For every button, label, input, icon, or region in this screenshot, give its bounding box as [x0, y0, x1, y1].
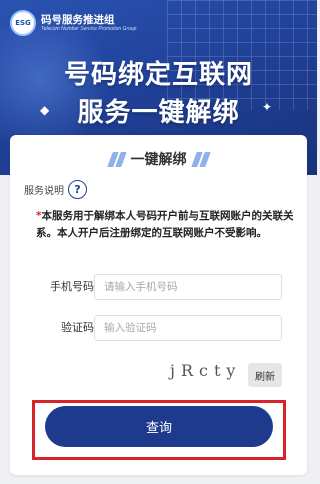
- captcha-image[interactable]: jRcty: [168, 358, 250, 384]
- question-icon[interactable]: ?: [68, 180, 87, 199]
- phone-label: 手机号码: [50, 280, 94, 293]
- code-row: 验证码: [10, 315, 307, 341]
- org-name: 码号服务推进组: [41, 13, 115, 26]
- sparkle-icon: ✦: [262, 100, 273, 114]
- code-label: 验证码: [61, 321, 94, 334]
- phone-input[interactable]: [94, 274, 282, 300]
- slash-decoration-icon: [190, 151, 211, 167]
- code-input[interactable]: [94, 315, 282, 341]
- help-label: 服务说明: [24, 186, 64, 197]
- notice-text: *本服务用于解绑本人号码开户前与互联网账户的关联关系。本人开户后注册绑定的互联网…: [36, 208, 294, 242]
- org-logo: ESG 码号服务推进组 Telecom Number Service Promo…: [10, 10, 136, 36]
- org-subtitle: Telecom Number Service Promotion Group: [41, 25, 137, 32]
- logo-icon: ESG: [10, 10, 36, 36]
- refresh-button[interactable]: 刷新: [248, 363, 282, 387]
- hero-title-line1: 号码绑定互联网: [63, 60, 253, 90]
- card-heading-row: 一键解绑: [10, 149, 307, 169]
- query-button[interactable]: 查询: [45, 406, 273, 447]
- phone-row: 手机号码: [10, 274, 307, 300]
- notice-body: 本服务用于解绑本人号码开户前与互联网账户的关联关系。本人开户后注册绑定的互联网账…: [36, 210, 294, 239]
- card-heading: 一键解绑: [130, 152, 187, 168]
- sparkle-icon: ◆: [40, 103, 50, 117]
- org-text: 码号服务推进组 Telecom Number Service Promotion…: [41, 14, 136, 33]
- service-help[interactable]: 服务说明 ?: [24, 180, 87, 199]
- slash-decoration-icon: [106, 151, 127, 167]
